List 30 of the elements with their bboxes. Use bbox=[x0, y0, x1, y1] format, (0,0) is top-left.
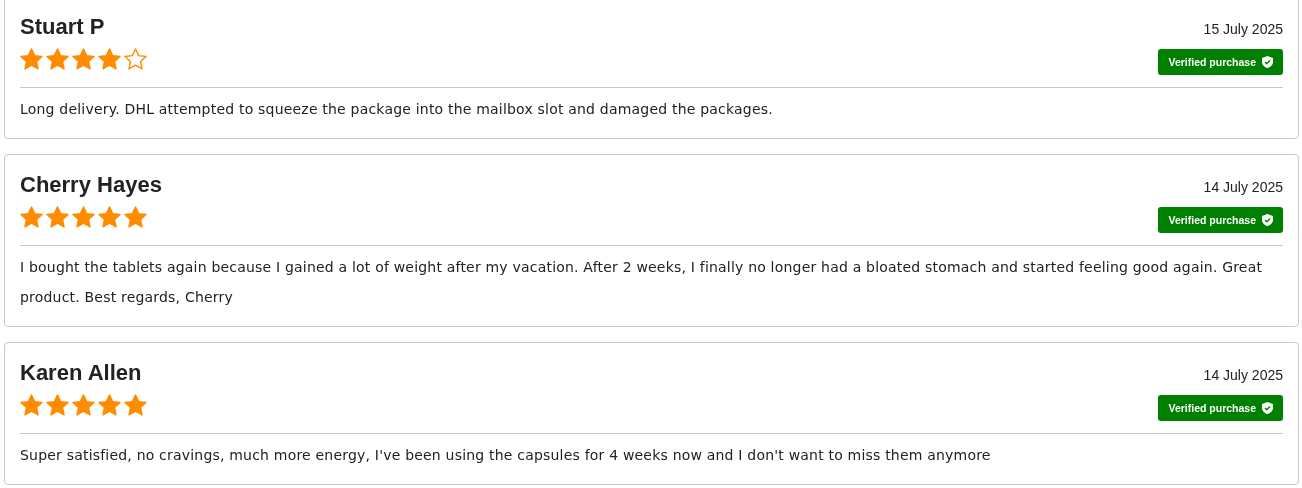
review-date: 14 July 2025 bbox=[1203, 367, 1283, 383]
star-icon bbox=[46, 394, 69, 416]
star-icon bbox=[72, 206, 95, 228]
star-icon bbox=[46, 206, 69, 228]
review-date: 14 July 2025 bbox=[1203, 179, 1283, 195]
reviewer-name: Stuart P bbox=[20, 14, 106, 40]
star-icon bbox=[20, 48, 43, 70]
star-icon bbox=[98, 206, 121, 228]
shield-check-icon bbox=[1262, 402, 1273, 414]
star-icon bbox=[124, 206, 147, 228]
shield-check-icon bbox=[1262, 214, 1273, 226]
star-icon bbox=[46, 48, 69, 70]
review-text: Long delivery. DHL attempted to squeeze the package into the mailbox slot and damaged the packages. bbox=[20, 100, 774, 119]
reviewer-name: Cherry Hayes bbox=[20, 172, 162, 198]
shield-check-icon bbox=[1262, 56, 1273, 68]
review-text: Super satisfied, no cravings, much more energy, I've been using the capsules for 4 weeks now and I don't want to miss them anymore bbox=[20, 446, 992, 465]
verified-badge: Verified purchase bbox=[1158, 395, 1283, 421]
star-icon bbox=[98, 394, 121, 416]
verified-badge: Verified purchase bbox=[1158, 49, 1283, 75]
star-icon bbox=[72, 394, 95, 416]
star-icon bbox=[20, 206, 43, 228]
verified-badge: Verified purchase bbox=[1158, 207, 1283, 233]
star-icon bbox=[72, 48, 95, 70]
reviewer-name: Karen Allen bbox=[20, 360, 143, 386]
review-text: I bought the tablets again because I gained a lot of weight after my vacation. After 2 weeks, I finally no longer had a bloated stomach and started feeling good again. Great product. Best regards, Cherry bbox=[20, 258, 1264, 307]
star-icon bbox=[20, 394, 43, 416]
star-icon bbox=[124, 394, 147, 416]
star-icon bbox=[98, 48, 121, 70]
star-outline-icon bbox=[124, 48, 147, 70]
review-date: 15 July 2025 bbox=[1203, 21, 1283, 37]
